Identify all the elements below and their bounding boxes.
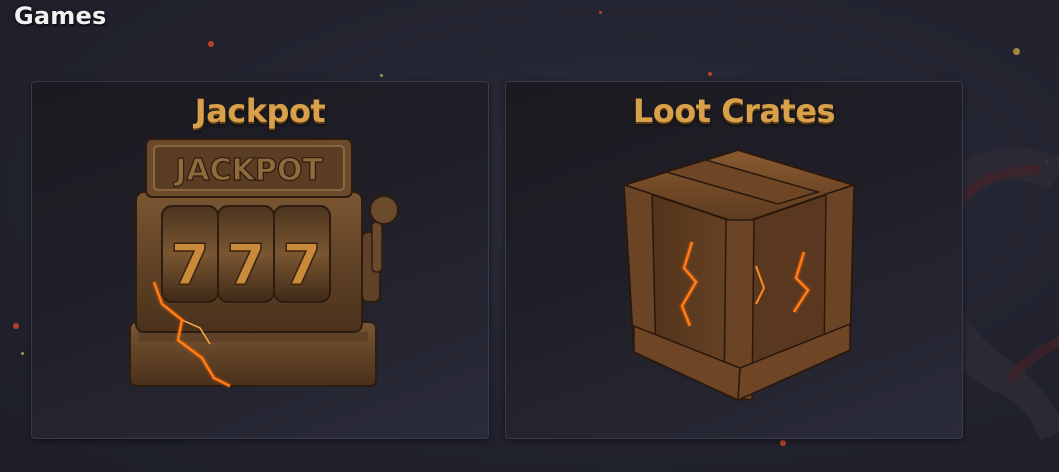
slot-machine-icon: JACKPOT 7 7 7 xyxy=(129,138,399,389)
game-card-jackpot[interactable]: JACKPOT 7 7 7 Jackpot xyxy=(31,81,489,439)
ember-particle xyxy=(599,11,602,14)
game-title: Jackpot xyxy=(194,92,326,130)
jackpot-sign-label: JACKPOT xyxy=(173,153,323,188)
reel-symbol: 7 xyxy=(171,233,210,298)
page-title: Games xyxy=(14,2,107,30)
ember-particle xyxy=(208,41,214,47)
reel-symbol: 7 xyxy=(283,233,322,298)
ember-particle xyxy=(708,72,712,76)
ember-particle xyxy=(380,74,383,77)
game-title: Loot Crates xyxy=(632,92,836,130)
reel-symbol: 7 xyxy=(227,233,266,298)
ember-particle xyxy=(1013,48,1020,55)
ember-particle xyxy=(780,440,786,446)
ember-particle xyxy=(21,352,24,355)
game-card-loot-crates[interactable]: Loot Crates xyxy=(505,81,963,439)
ember-particle xyxy=(13,323,19,329)
loot-crate-icon xyxy=(620,148,858,402)
